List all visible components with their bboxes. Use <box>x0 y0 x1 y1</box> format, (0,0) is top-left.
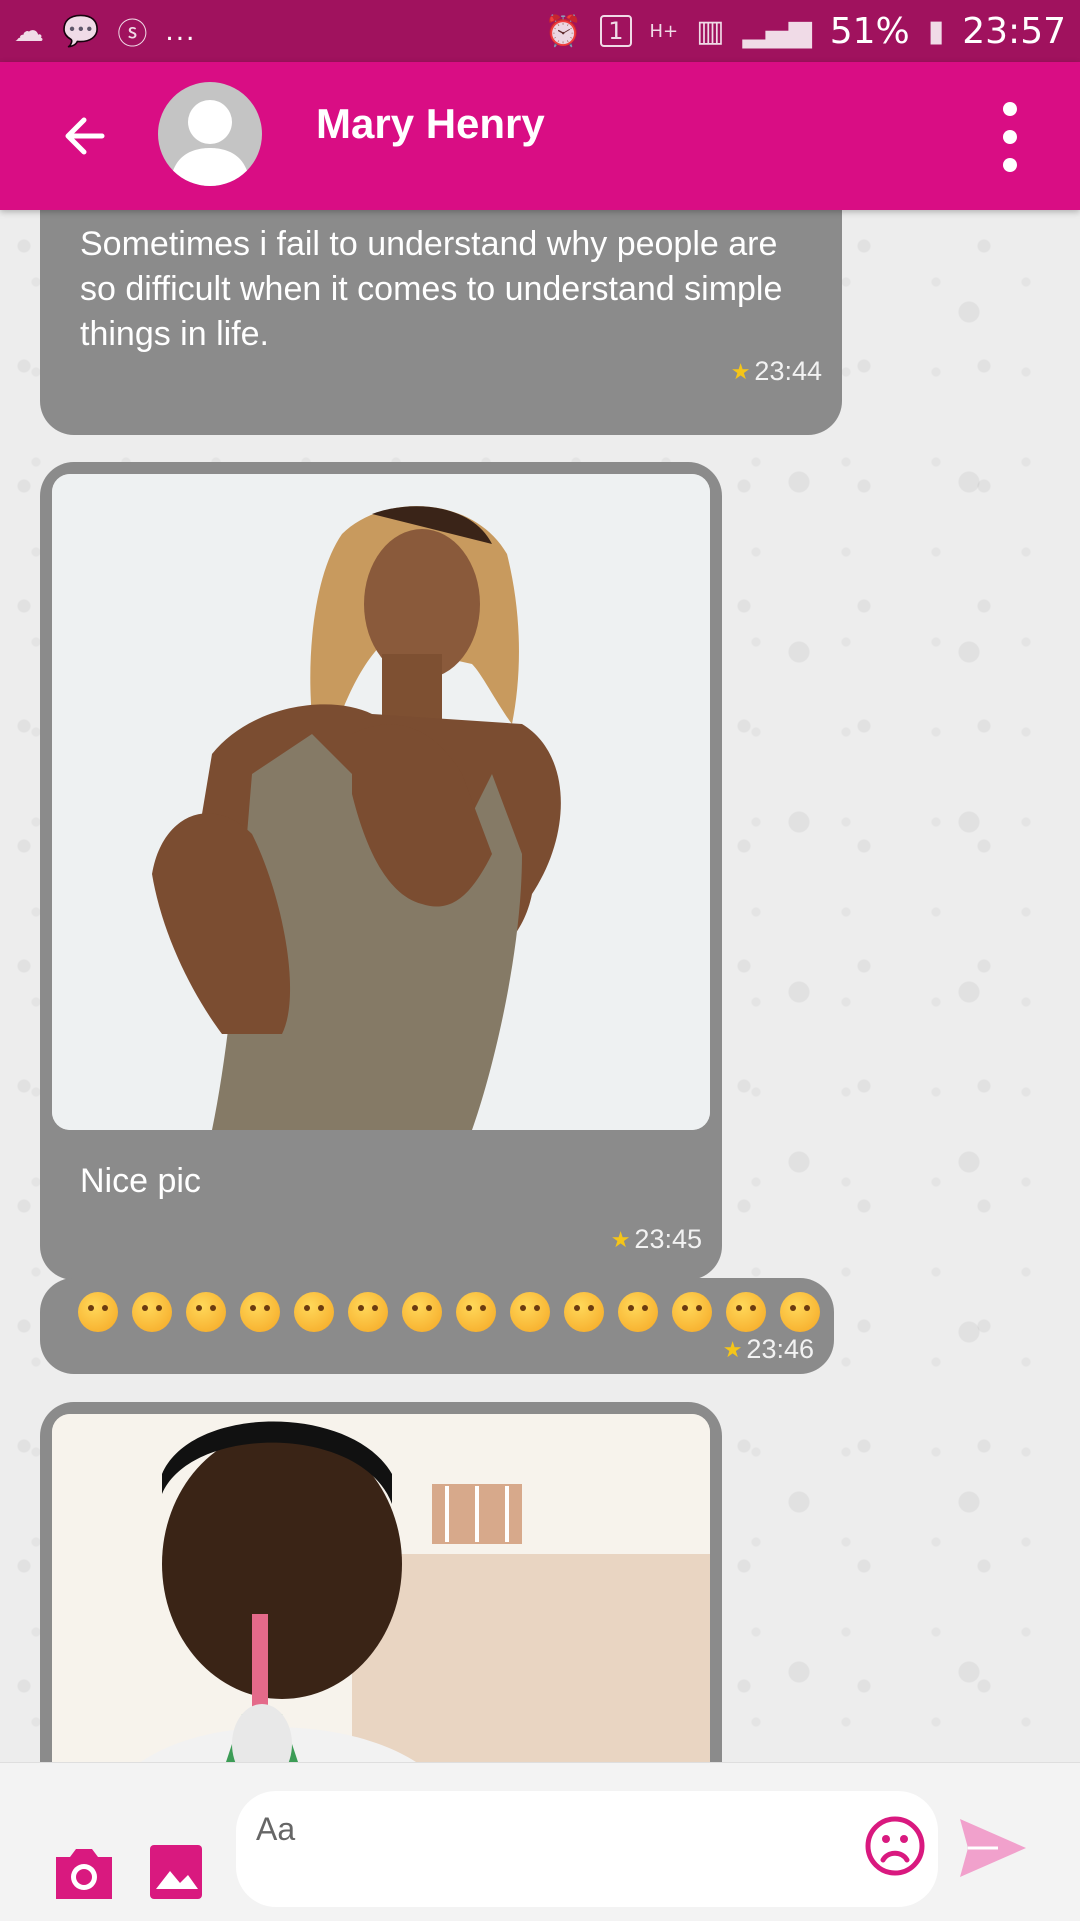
emoji-face-icon <box>456 1292 496 1332</box>
camera-button[interactable] <box>52 1845 116 1901</box>
menu-dot <box>1003 102 1017 116</box>
emoji-face-icon <box>726 1292 766 1332</box>
arrow-back-icon <box>65 117 105 155</box>
app-notification-icon: ⓢ <box>117 17 148 52</box>
message-input[interactable] <box>236 1791 938 1907</box>
network-type: H+ <box>649 20 679 42</box>
emoji-face-icon <box>348 1292 388 1332</box>
send-button[interactable] <box>958 1817 1028 1879</box>
message-timestamp: 23:44 <box>754 356 822 386</box>
message-icon: 💬 <box>62 13 100 49</box>
emoji-button[interactable] <box>864 1815 926 1877</box>
chat-header: Mary Henry <box>0 62 1080 210</box>
photo-image <box>52 1414 710 1762</box>
image-icon <box>150 1845 202 1899</box>
emoji-face-icon <box>78 1292 118 1332</box>
shared-photo-man[interactable] <box>52 1414 710 1762</box>
emoji-face-icon <box>294 1292 334 1332</box>
clock: 23:57 <box>962 10 1066 52</box>
menu-dot <box>1003 158 1017 172</box>
alarm-icon: ⏰ <box>544 13 583 49</box>
contact-name[interactable]: Mary Henry <box>316 100 545 148</box>
message-timestamp: 23:46 <box>746 1334 814 1364</box>
emoji-face-icon <box>672 1292 712 1332</box>
star-icon: ★ <box>722 1336 743 1362</box>
star-icon: ★ <box>730 358 751 384</box>
sad-face-icon <box>865 1816 925 1876</box>
overflow-menu-button[interactable] <box>990 102 1030 172</box>
notification-count: 1 <box>600 15 632 47</box>
emoji-message-bubble[interactable]: ★ 23:46 <box>40 1278 834 1374</box>
emoji-face-icon <box>510 1292 550 1332</box>
signal-strength-icon: ▂▄▆ <box>742 13 812 49</box>
menu-dot <box>1003 130 1017 144</box>
emoji-face-icon <box>186 1292 226 1332</box>
chat-message-list[interactable]: Sometimes i fail to understand why peopl… <box>0 210 1080 1762</box>
emoji-face-icon <box>618 1292 658 1332</box>
message-time: ★ 23:45 <box>611 1224 702 1255</box>
signal-icon: ▥ <box>696 13 725 49</box>
battery-icon: ▮ <box>927 13 945 49</box>
image-message-bubble[interactable] <box>40 1402 722 1762</box>
emoji-row <box>78 1292 820 1332</box>
weather-icon: ☁ <box>14 13 44 49</box>
message-composer <box>0 1762 1080 1921</box>
status-bar: ☁ 💬 ⓢ ... ⏰ 1 H+ ▥ ▂▄▆ 51% ▮ 23:57 <box>0 0 1080 62</box>
message-time: ★ 23:46 <box>723 1334 814 1365</box>
contact-avatar[interactable] <box>158 82 262 186</box>
back-button[interactable] <box>52 108 116 164</box>
emoji-face-icon <box>564 1292 604 1332</box>
send-icon <box>960 1819 1026 1877</box>
star-icon: ★ <box>610 1226 631 1252</box>
battery-percent: 51% <box>829 10 910 52</box>
message-time: ★ 23:44 <box>731 356 822 387</box>
shared-photo-woman[interactable] <box>52 474 710 1130</box>
photo-image <box>52 474 710 1130</box>
emoji-face-icon <box>780 1292 820 1332</box>
more-notifications: ... <box>165 14 197 47</box>
emoji-face-icon <box>132 1292 172 1332</box>
gallery-button[interactable] <box>148 1843 204 1901</box>
image-message-bubble[interactable]: Nice pic ★ 23:45 <box>40 462 722 1280</box>
emoji-face-icon <box>240 1292 280 1332</box>
camera-icon <box>56 1849 112 1899</box>
emoji-face-icon <box>402 1292 442 1332</box>
image-caption: Nice pic <box>80 1162 201 1200</box>
message-timestamp: 23:45 <box>634 1224 702 1254</box>
message-bubble[interactable]: Sometimes i fail to understand why peopl… <box>40 210 842 435</box>
default-avatar-icon <box>170 100 250 186</box>
message-text: Sometimes i fail to understand why peopl… <box>80 225 783 353</box>
